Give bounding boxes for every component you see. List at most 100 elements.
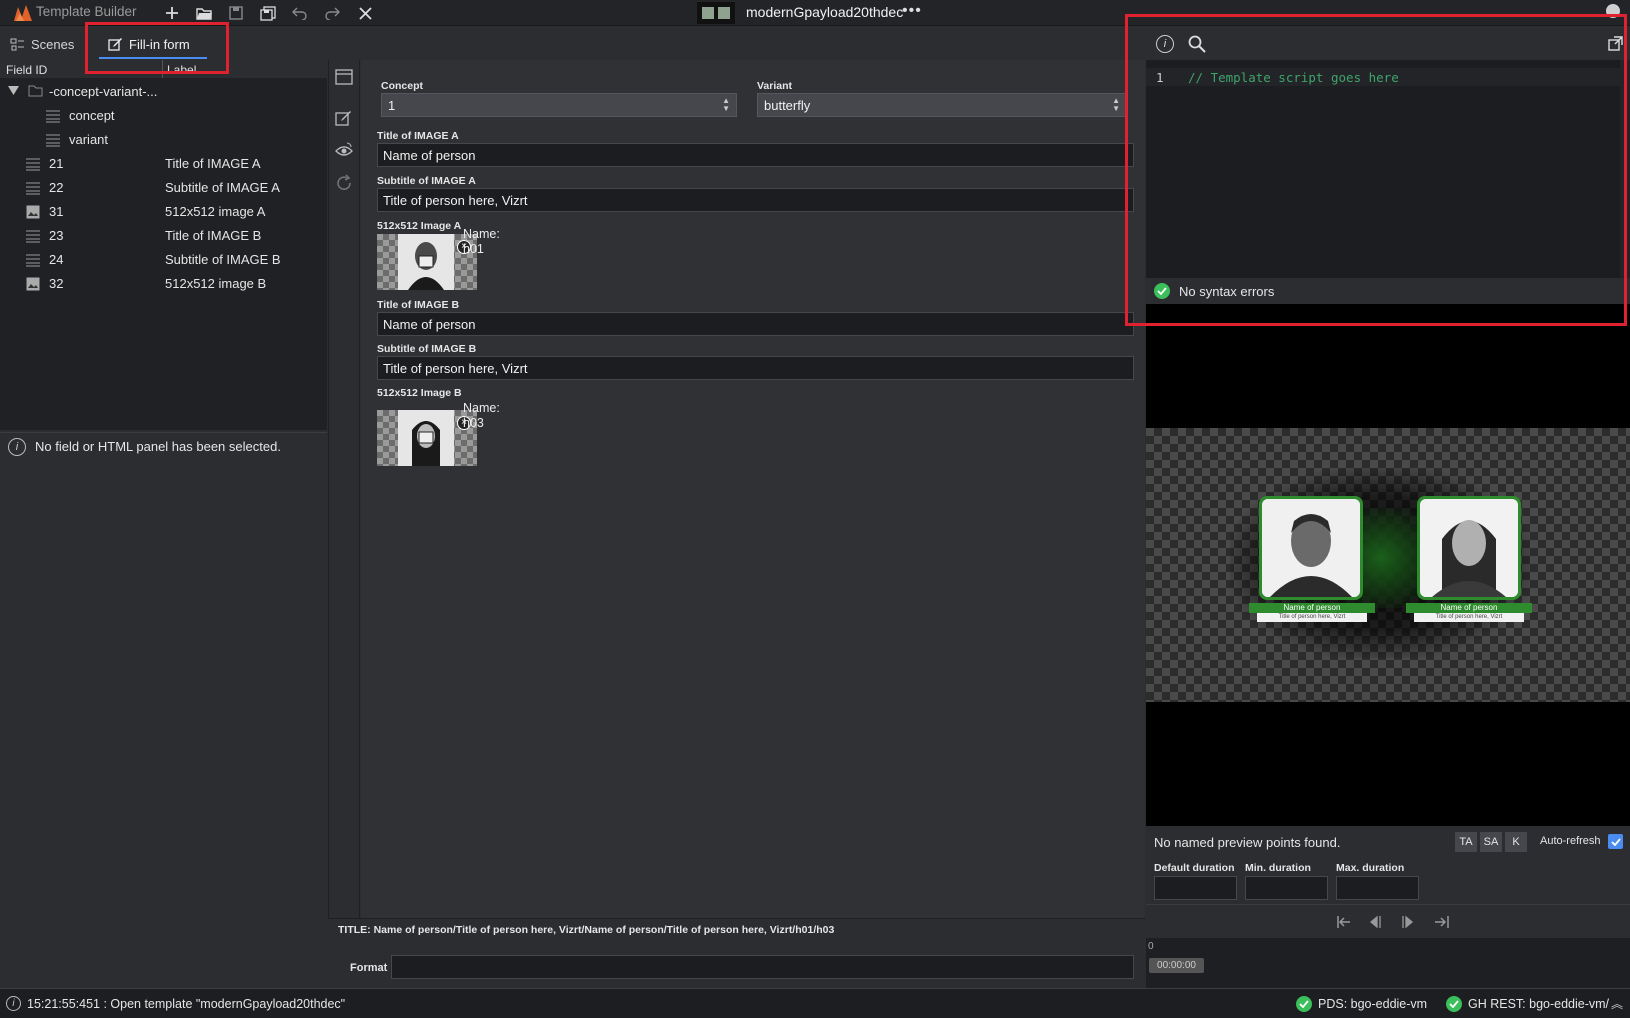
- image-a-thumbnail[interactable]: ×: [377, 234, 477, 290]
- collapse-arrow-icon[interactable]: [8, 86, 19, 96]
- popout-icon[interactable]: [1608, 36, 1623, 51]
- tab-scenes[interactable]: Scenes: [10, 28, 74, 60]
- undo-icon[interactable]: [290, 3, 310, 23]
- title-summary: TITLE: Name of person/Title of person he…: [328, 918, 1145, 948]
- close-icon[interactable]: [355, 3, 375, 23]
- image-b-name-label: Name:: [463, 401, 500, 415]
- step-forward-icon[interactable]: [1400, 915, 1416, 929]
- format-input[interactable]: [391, 955, 1134, 979]
- edit-form-icon: [108, 37, 123, 51]
- card-a-name: Name of person: [1283, 603, 1341, 612]
- preview-letterbox-top: [1146, 304, 1630, 428]
- tree-root-row[interactable]: -concept-variant-...: [0, 80, 327, 104]
- subtitle-a-label: Subtitle of IMAGE A: [377, 175, 476, 187]
- subtitle-a-input[interactable]: Title of person here, Vizrt: [377, 188, 1134, 212]
- tree-row-field[interactable]: 24 Subtitle of IMAGE B: [0, 248, 327, 272]
- text-lines-icon: [46, 133, 60, 147]
- person-photo: [1420, 499, 1518, 597]
- text-lines-icon: [26, 253, 40, 267]
- field-label: Subtitle of IMAGE A: [165, 180, 280, 195]
- expand-up-icon[interactable]: ︽: [1611, 995, 1623, 1012]
- tree-item-id: variant: [69, 132, 109, 147]
- card-b-name: Name of person: [1440, 603, 1498, 612]
- min-duration-label: Min. duration: [1245, 862, 1311, 874]
- panel-icon[interactable]: [335, 69, 355, 89]
- tree-row-field[interactable]: 31 512x512 image A: [0, 200, 327, 224]
- open-folder-icon[interactable]: [194, 3, 214, 23]
- top-toolbar: Template Builder modernGpayload20thdec •…: [0, 0, 1630, 26]
- preview-eye-icon[interactable]: [335, 142, 355, 162]
- title-a-input[interactable]: Name of person: [377, 143, 1134, 167]
- concept-select[interactable]: 1 ▲ ▼: [381, 93, 737, 117]
- max-duration-input[interactable]: [1336, 876, 1419, 900]
- person-photo: [398, 234, 454, 290]
- tree-root-label: -concept-variant-...: [49, 84, 158, 99]
- text-lines-icon: [26, 181, 40, 195]
- k-button[interactable]: K: [1505, 832, 1527, 852]
- refresh-icon[interactable]: [335, 174, 355, 194]
- timecode[interactable]: 00:00:00: [1149, 958, 1204, 973]
- pds-status[interactable]: PDS: bgo-eddie-vm: [1318, 997, 1427, 1011]
- min-duration-input[interactable]: [1245, 876, 1328, 900]
- title-a-label: Title of IMAGE A: [377, 130, 459, 142]
- search-icon[interactable]: [1188, 35, 1206, 53]
- field-id: 32: [49, 276, 64, 291]
- title-b-input[interactable]: Name of person: [377, 312, 1134, 336]
- script-code: // Template script goes here: [1188, 70, 1399, 85]
- check-icon: [1296, 996, 1312, 1012]
- fill-in-form: Concept 1 ▲ ▼ Variant butterfly ▲ ▼ Title …: [361, 60, 1145, 918]
- label-header[interactable]: Label: [167, 63, 196, 77]
- syntax-status: No syntax errors: [1146, 278, 1630, 304]
- redo-icon[interactable]: [322, 3, 342, 23]
- new-icon[interactable]: [162, 3, 182, 23]
- script-editor[interactable]: 1 // Template script goes here: [1146, 60, 1630, 278]
- app-logo-icon: [12, 3, 34, 23]
- save-as-icon[interactable]: [258, 3, 278, 23]
- tab-fill-in-form[interactable]: Fill-in form: [108, 28, 190, 60]
- tree-row-concept[interactable]: concept: [0, 104, 327, 128]
- line-number: 1: [1156, 70, 1164, 85]
- timeline[interactable]: 0 00:00:00: [1146, 938, 1630, 988]
- editor-scrollbar[interactable]: [1620, 60, 1630, 278]
- tree-row-field[interactable]: 21 Title of IMAGE A: [0, 152, 327, 176]
- field-id: 31: [49, 204, 64, 219]
- more-options-icon[interactable]: •••: [902, 2, 922, 20]
- preview-controls: No named preview points found. TA SA K A…: [1146, 826, 1630, 858]
- field-label: Subtitle of IMAGE B: [165, 252, 281, 267]
- text-lines-icon: [26, 229, 40, 243]
- field-id-header[interactable]: Field ID: [6, 63, 47, 77]
- properties-panel: [0, 460, 327, 988]
- auto-refresh-checkbox[interactable]: [1608, 834, 1623, 849]
- notification-icon[interactable]: [1606, 4, 1620, 18]
- tree-row-field[interactable]: 32 512x512 image B: [0, 272, 327, 296]
- card-a-subtitle: Title of person here, Vizrt: [1278, 614, 1346, 620]
- tab-scenes-label: Scenes: [31, 36, 75, 52]
- image-b-thumbnail[interactable]: ×: [377, 410, 477, 466]
- info-icon[interactable]: i: [1156, 35, 1174, 53]
- go-to-start-icon[interactable]: [1336, 915, 1354, 929]
- tree-row-variant[interactable]: variant: [0, 128, 327, 152]
- gh-rest-status[interactable]: GH REST: bgo-eddie-vm/: [1468, 997, 1609, 1011]
- transport-controls: [1146, 904, 1630, 938]
- tree-row-field[interactable]: 22 Subtitle of IMAGE A: [0, 176, 327, 200]
- auto-refresh-label: Auto-refresh: [1540, 835, 1601, 847]
- preview-card-a: [1259, 496, 1363, 600]
- go-to-end-icon[interactable]: [1432, 915, 1450, 929]
- person-photo: [398, 410, 454, 466]
- timeline-zero: 0: [1148, 941, 1154, 952]
- ta-button[interactable]: TA: [1455, 832, 1477, 852]
- sa-button[interactable]: SA: [1480, 832, 1502, 852]
- title-b-label: Title of IMAGE B: [377, 299, 460, 311]
- subtitle-b-input[interactable]: Title of person here, Vizrt: [377, 356, 1134, 380]
- tree-row-field[interactable]: 23 Title of IMAGE B: [0, 224, 327, 248]
- form-side-toolbar: [328, 60, 360, 918]
- scene-preview[interactable]: Name of person Title of person here, Viz…: [1146, 428, 1630, 702]
- edit-icon[interactable]: [335, 109, 355, 129]
- no-selection-text: No field or HTML panel has been selected…: [35, 439, 281, 454]
- step-back-icon[interactable]: [1368, 915, 1384, 929]
- field-label: 512x512 image A: [165, 204, 266, 219]
- save-icon[interactable]: [226, 3, 246, 23]
- variant-select[interactable]: butterfly ▲ ▼: [757, 93, 1127, 117]
- scenes-icon: [10, 38, 25, 51]
- default-duration-input[interactable]: [1154, 876, 1237, 900]
